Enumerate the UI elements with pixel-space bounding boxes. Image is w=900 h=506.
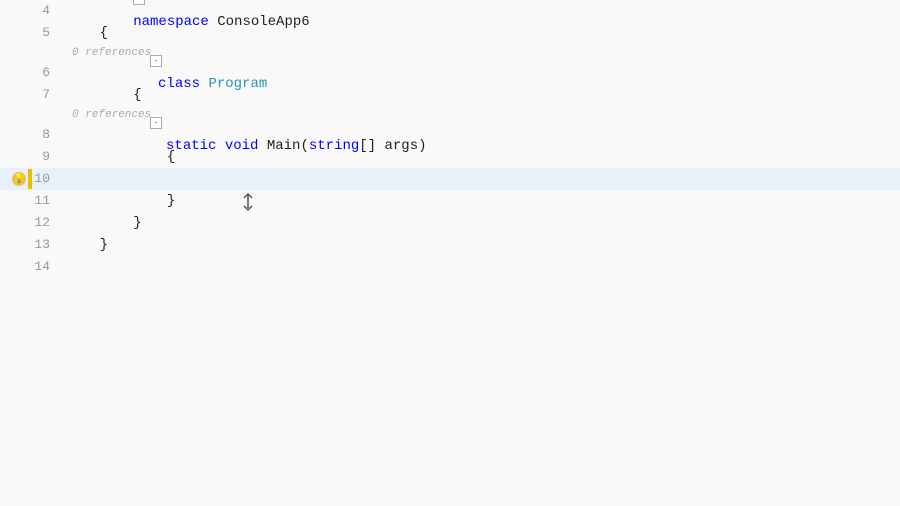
collapse-ns-icon[interactable]: -: [133, 0, 145, 5]
line-number-8: 8: [0, 124, 60, 146]
line-number-7: 7: [0, 84, 60, 106]
line-number-4: 4: [0, 0, 60, 22]
line-number-13: 13: [0, 234, 60, 256]
line-number-5: 5: [0, 22, 60, 44]
yellow-bar: [28, 169, 32, 189]
code-editor: 4 - namespace ConsoleApp6 5 { 0 referenc…: [0, 0, 900, 506]
line-content-11: }: [60, 190, 175, 212]
line-number-11: 11: [0, 190, 60, 212]
line-number-12: 12: [0, 212, 60, 234]
line-number-9: 9: [0, 146, 60, 168]
line-content-9: {: [60, 146, 175, 168]
collapse-method-icon[interactable]: -: [150, 117, 162, 129]
line-number-6: 6: [0, 62, 60, 84]
line-content-12: }: [60, 212, 142, 234]
lightbulb-icon[interactable]: 💡: [12, 172, 26, 186]
line-content-13: }: [60, 234, 108, 256]
collapse-class-icon[interactable]: -: [150, 55, 162, 67]
line-number-10: 💡 10: [0, 168, 60, 190]
line-number-14: 14: [0, 256, 60, 278]
